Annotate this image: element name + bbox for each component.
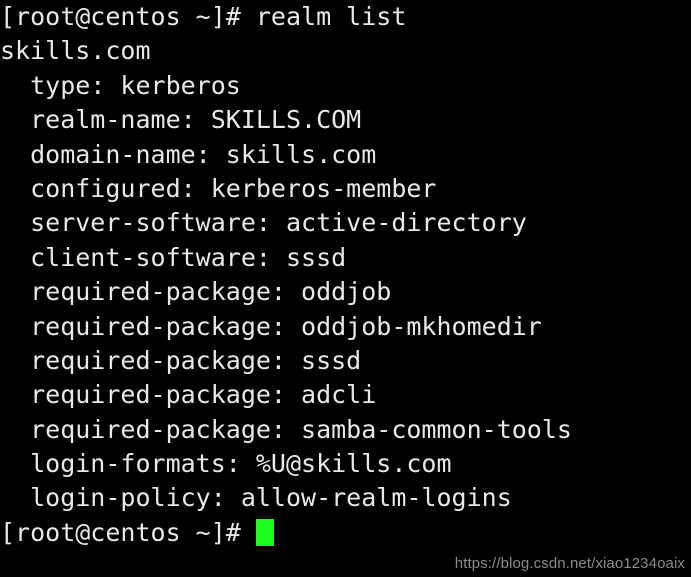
terminal-line: required-package: sssd (0, 345, 362, 375)
terminal-prompt-line[interactable]: [root@centos ~]# (0, 516, 691, 550)
terminal-line: skills.com (0, 36, 151, 66)
watermark-text: https://blog.csdn.net/xiao1234oaix (454, 555, 685, 572)
terminal-line: realm-name: SKILLS.COM (0, 105, 362, 135)
text-cursor (255, 518, 274, 546)
terminal-line: [root@centos ~]# realm list (0, 2, 407, 31)
terminal-window[interactable]: [root@centos ~]# realm list skills.com t… (0, 0, 691, 577)
terminal-line: client-software: sssd (0, 242, 347, 272)
terminal-line: server-software: active-directory (0, 208, 527, 238)
terminal-line: required-package: samba-common-tools (0, 414, 572, 444)
terminal-line: domain-name: skills.com (0, 139, 377, 169)
terminal-line: type: kerberos (0, 70, 241, 100)
terminal-line: configured: kerberos-member (0, 173, 437, 203)
terminal-line: required-package: oddjob-mkhomedir (0, 311, 542, 341)
shell-prompt: [root@centos ~]# (0, 517, 256, 547)
terminal-line: login-policy: allow-realm-logins (0, 483, 512, 513)
terminal-line: required-package: oddjob (0, 277, 392, 307)
terminal-line: login-formats: %U@skills.com (0, 449, 452, 479)
terminal-line: required-package: adcli (0, 380, 377, 410)
terminal-output-area[interactable]: [root@centos ~]# realm list skills.com t… (0, 0, 691, 550)
